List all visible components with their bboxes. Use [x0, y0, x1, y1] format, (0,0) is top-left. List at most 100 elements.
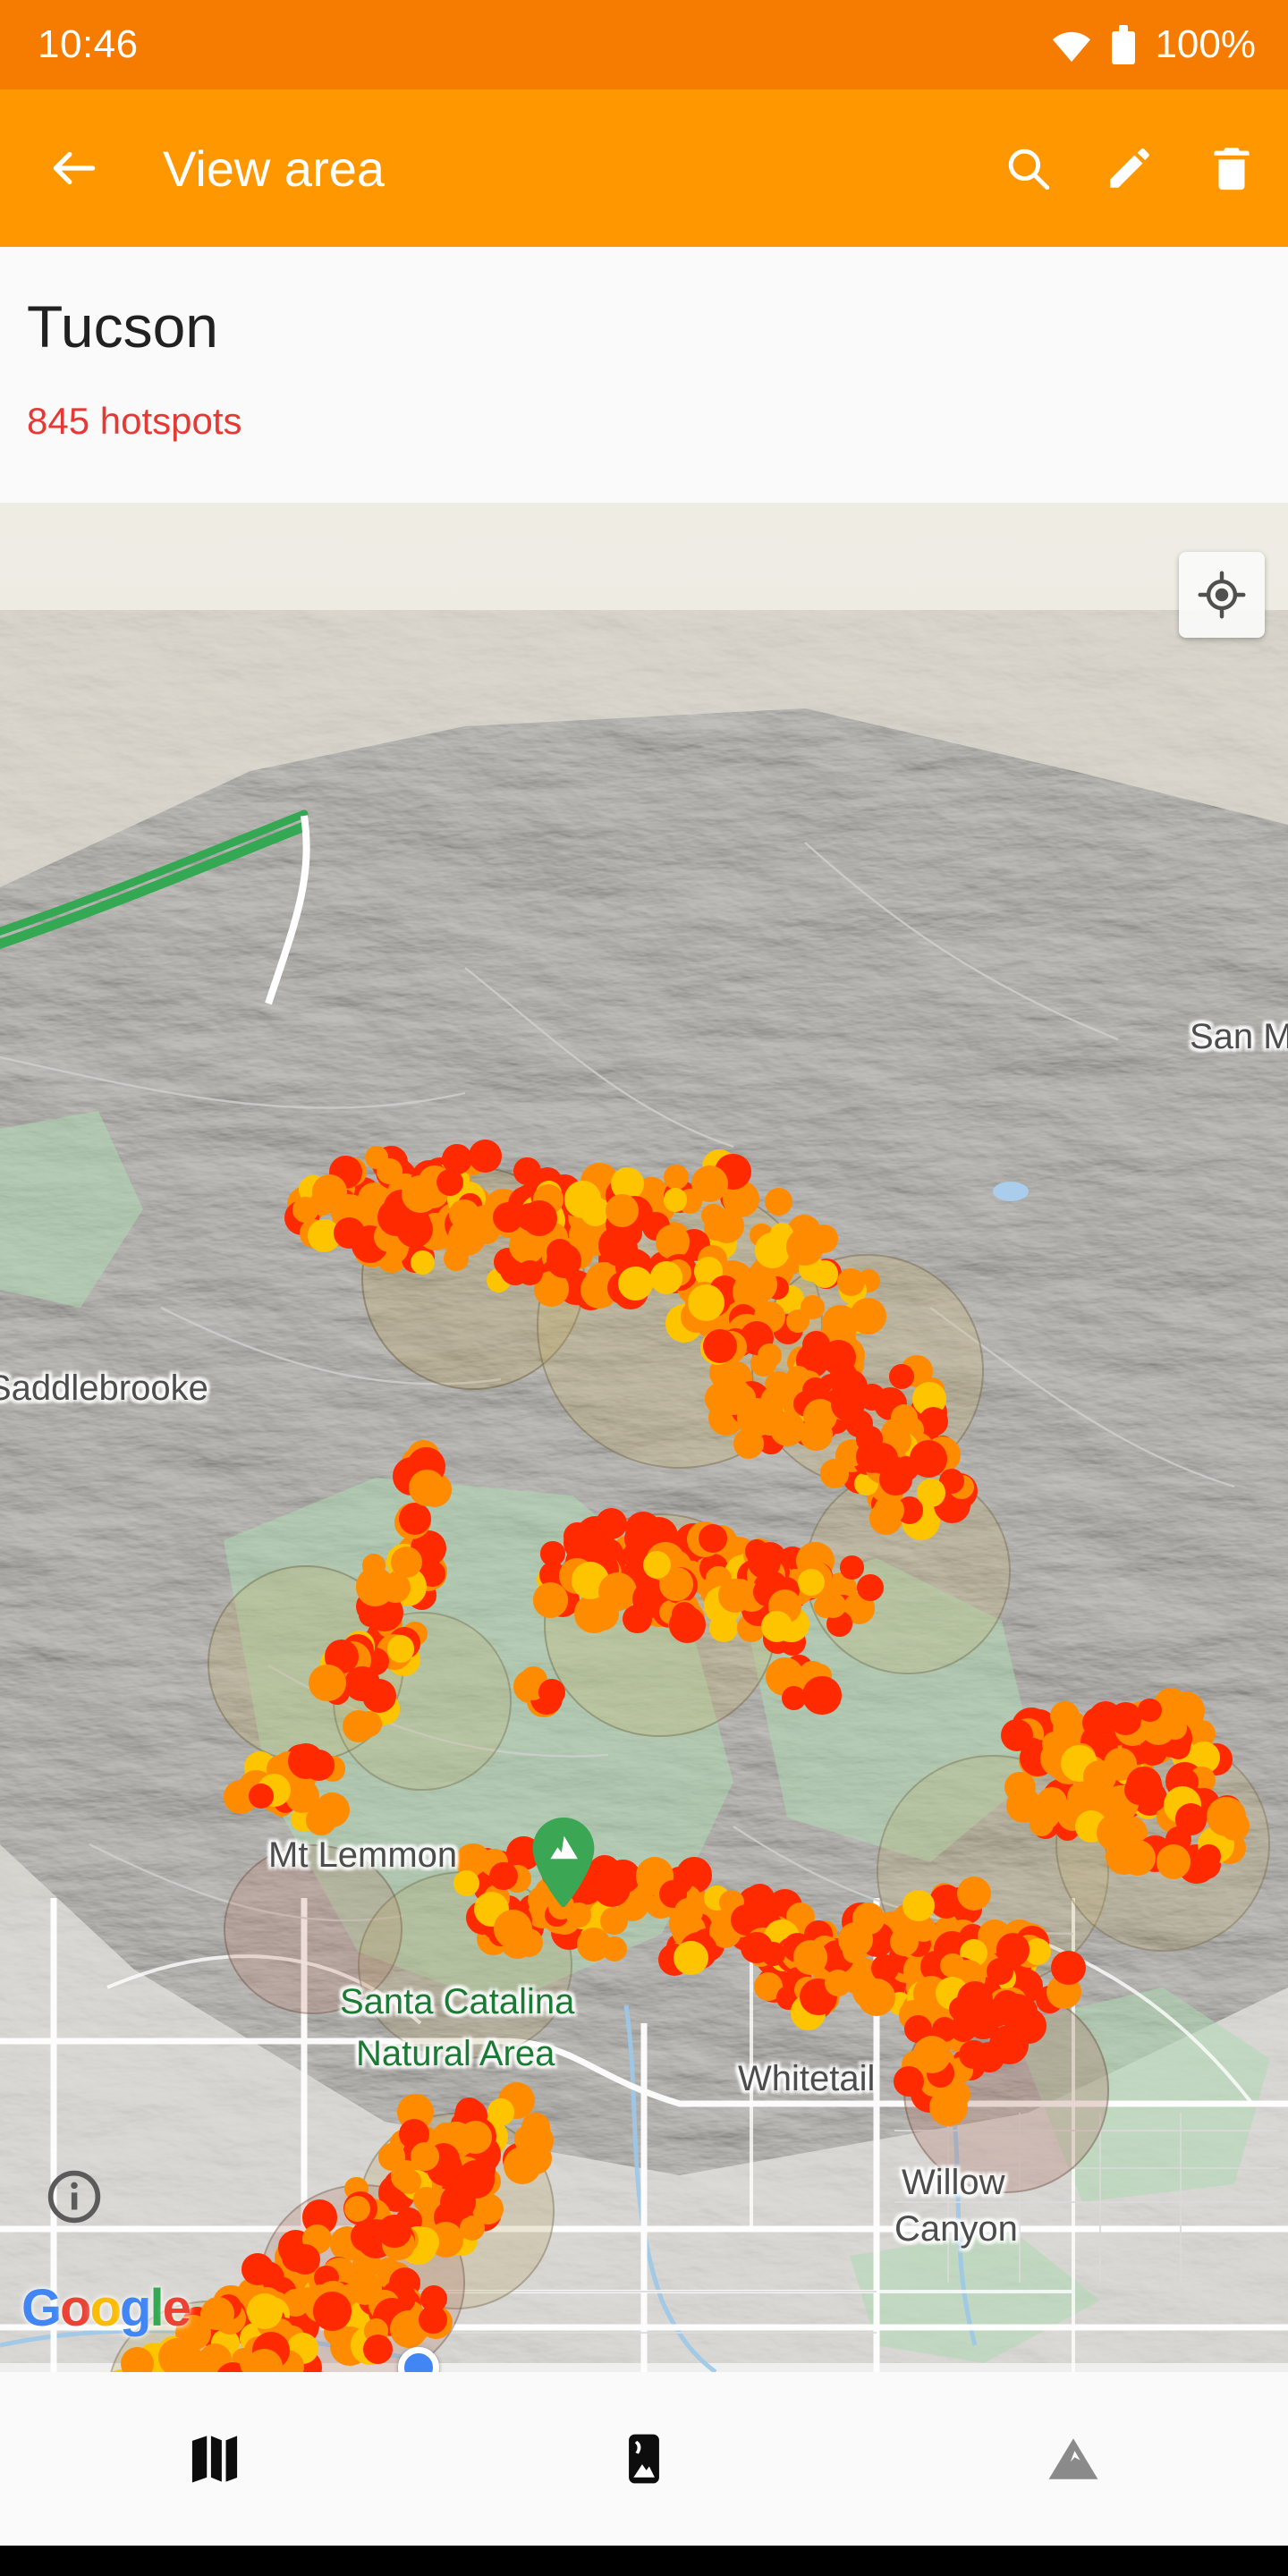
hotspot-marker[interactable] — [355, 1711, 382, 1737]
hotspot-marker[interactable] — [702, 1329, 737, 1364]
hotspot-marker[interactable] — [902, 1889, 935, 1922]
hotspot-marker[interactable] — [398, 1502, 431, 1535]
mountain-park-pin-icon[interactable] — [530, 1818, 597, 1907]
hotspot-marker[interactable] — [284, 1778, 319, 1813]
hotspot-marker[interactable] — [764, 1188, 792, 1216]
hotspot-marker[interactable] — [810, 1260, 839, 1288]
hotspot-marker[interactable] — [840, 1555, 864, 1580]
hotspot-marker[interactable] — [625, 1512, 661, 1548]
hotspot-marker[interactable] — [458, 2120, 492, 2154]
hotspot-marker[interactable] — [698, 1524, 727, 1553]
delete-icon[interactable] — [1206, 142, 1258, 194]
hotspot-marker[interactable] — [1097, 1813, 1135, 1852]
hotspot-marker[interactable] — [289, 2243, 320, 2275]
hotspot-marker[interactable] — [420, 2284, 448, 2312]
nav-terrain-tab[interactable] — [859, 2372, 1288, 2546]
hotspot-marker[interactable] — [521, 2114, 548, 2142]
nav-map-tab[interactable] — [0, 2372, 429, 2546]
map-view[interactable]: San M Saddlebrooke Mt Lemmon Whitetail Willo… — [0, 503, 1288, 2372]
hotspot-marker[interactable] — [315, 1792, 351, 1827]
hotspot-marker[interactable] — [1197, 1844, 1222, 1869]
hotspot-marker[interactable] — [820, 1592, 846, 1618]
hotspot-marker[interactable] — [700, 1203, 725, 1228]
hotspot-marker[interactable] — [469, 1139, 502, 1173]
hotspot-marker[interactable] — [856, 1426, 883, 1453]
hotspot-marker[interactable] — [824, 1969, 852, 1996]
hotspot-marker[interactable] — [717, 1579, 752, 1613]
hotspot-marker[interactable] — [487, 2098, 515, 2126]
info-icon[interactable] — [47, 2169, 102, 2224]
hotspot-marker[interactable] — [741, 1931, 773, 1964]
hotspot-marker[interactable] — [649, 1261, 683, 1294]
hotspot-marker[interactable] — [739, 1266, 777, 1303]
hotspot-marker[interactable] — [959, 2039, 988, 2070]
hotspot-marker[interactable] — [782, 1686, 806, 1710]
hotspot-marker[interactable] — [858, 1978, 896, 2016]
hotspot-marker[interactable] — [547, 1242, 582, 1278]
hotspot-marker[interactable] — [309, 1664, 346, 1702]
hotspot-marker[interactable] — [996, 1933, 1030, 1967]
hotspot-marker[interactable] — [770, 1411, 806, 1446]
hotspot-marker[interactable] — [888, 1364, 914, 1389]
hotspot-marker[interactable] — [999, 2038, 1025, 2063]
hotspot-marker[interactable] — [411, 2142, 439, 2171]
hotspot-marker[interactable] — [917, 1479, 945, 1507]
hotspot-marker[interactable] — [893, 2065, 924, 2097]
hotspot-marker[interactable] — [674, 1940, 708, 1975]
hotspot-marker[interactable] — [448, 1199, 479, 1230]
hotspot-marker[interactable] — [380, 1572, 411, 1603]
hotspot-marker[interactable] — [334, 1217, 365, 1250]
hotspot-marker[interactable] — [564, 1181, 602, 1218]
hotspot-marker[interactable] — [361, 1554, 386, 1578]
hotspot-marker[interactable] — [642, 1550, 672, 1579]
hotspot-marker[interactable] — [792, 1940, 828, 1975]
hotspot-marker[interactable] — [785, 1228, 824, 1267]
back-arrow-icon[interactable] — [47, 140, 102, 196]
hotspot-marker[interactable] — [758, 1343, 783, 1368]
hotspot-marker[interactable] — [436, 1168, 463, 1196]
my-location-button[interactable] — [1179, 552, 1265, 638]
hotspot-marker[interactable] — [409, 1469, 446, 1506]
hotspot-marker[interactable] — [174, 2344, 204, 2372]
search-icon[interactable] — [1002, 142, 1054, 194]
edit-icon[interactable] — [1104, 142, 1156, 194]
hotspot-marker[interactable] — [1174, 1803, 1208, 1835]
hotspot-marker[interactable] — [663, 1188, 687, 1212]
hotspot-marker[interactable] — [247, 2293, 283, 2329]
status-bar: 10:46 100% — [0, 0, 1288, 89]
hotspot-marker[interactable] — [538, 1678, 566, 1706]
hotspot-marker[interactable] — [674, 1898, 703, 1927]
hotspot-marker[interactable] — [575, 1515, 614, 1555]
hotspot-marker[interactable] — [517, 1260, 543, 1286]
hotspot-marker[interactable] — [521, 1199, 558, 1236]
hotspot-marker[interactable] — [956, 1980, 993, 2017]
hotspot-marker[interactable] — [1126, 1766, 1163, 1802]
hotspot-marker[interactable] — [396, 1210, 434, 1248]
hotspot-marker[interactable] — [453, 1869, 480, 1897]
hotspot-marker[interactable] — [303, 1749, 335, 1781]
hotspot-marker[interactable] — [831, 1386, 866, 1421]
nav-satellite-tab[interactable] — [429, 2372, 859, 2546]
hotspot-marker[interactable] — [606, 1194, 639, 1227]
hotspot-marker[interactable] — [410, 1250, 436, 1275]
status-indicators: 100% — [1051, 22, 1256, 67]
hotspot-marker[interactable] — [617, 1266, 653, 1301]
hotspot-marker[interactable] — [849, 1297, 886, 1335]
hotspot-marker[interactable] — [1138, 1698, 1162, 1723]
hotspot-marker[interactable] — [874, 1495, 905, 1526]
hotspot-marker[interactable] — [489, 1861, 519, 1891]
hotspot-marker[interactable] — [856, 1574, 884, 1602]
hotspot-marker[interactable] — [413, 2187, 439, 2213]
hotspot-marker[interactable] — [377, 2214, 411, 2248]
hotspot-marker[interactable] — [312, 2292, 352, 2331]
hotspot-marker[interactable] — [593, 1868, 631, 1907]
hotspot-marker[interactable] — [830, 1361, 857, 1388]
hotspot-marker[interactable] — [663, 1164, 689, 1190]
hotspot-marker[interactable] — [241, 2252, 275, 2286]
hotspot-marker[interactable] — [503, 2147, 541, 2185]
hotspot-marker[interactable] — [312, 1174, 348, 1210]
hotspot-marker[interactable] — [386, 1635, 414, 1663]
hotspot-marker[interactable] — [836, 1267, 865, 1296]
hotspot-count: 845 hotspots — [27, 400, 242, 442]
hotspot-marker[interactable] — [1156, 1844, 1191, 1879]
